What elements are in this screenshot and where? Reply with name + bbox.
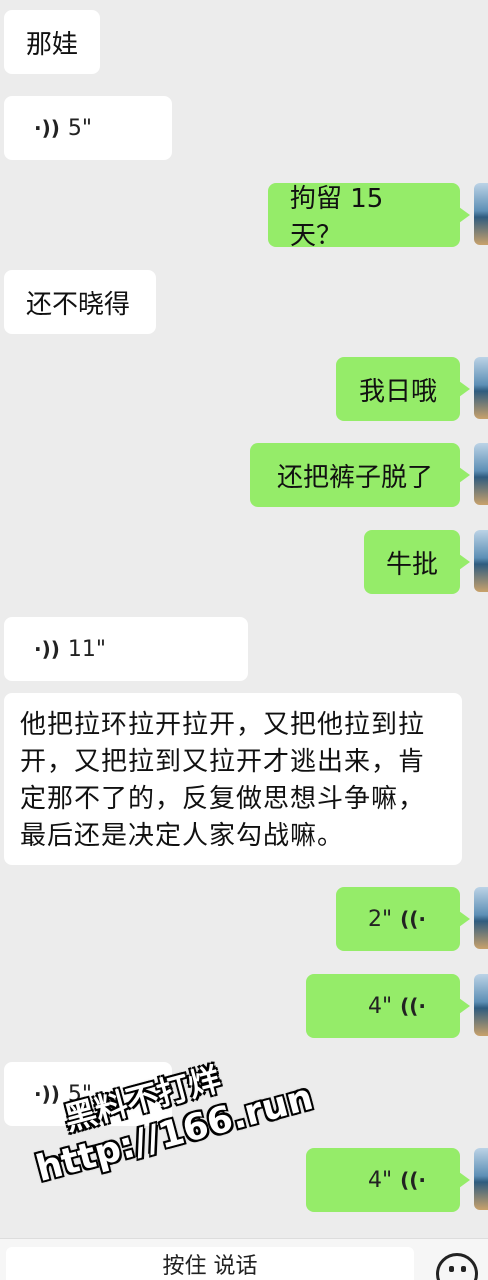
watermark: 黑料不打烊 http://166.run: [20, 1032, 317, 1190]
emoji-eye: [461, 1266, 466, 1272]
avatar[interactable]: [474, 530, 488, 592]
hold-to-talk-button[interactable]: 按住 说话: [6, 1247, 414, 1280]
emoji-eye: [449, 1266, 454, 1272]
voice-duration: 5": [67, 115, 93, 141]
avatar[interactable]: [474, 443, 488, 505]
voice-duration: 4": [367, 1167, 393, 1193]
voice-wave-icon: ·)): [34, 116, 60, 140]
message-outgoing-text[interactable]: 还把裤子脱了: [250, 443, 470, 507]
message-outgoing-text[interactable]: 拘留 15 天？: [268, 183, 470, 251]
message-line: 开，又把拉到又拉开才逃出来，肯: [20, 747, 426, 777]
message-text: 牛批: [386, 549, 439, 580]
message-incoming-voice[interactable]: ·)) 11": [4, 617, 248, 681]
message-text: 我日哦: [358, 376, 437, 407]
smiley-face-icon[interactable]: [436, 1253, 478, 1280]
voice-duration: 11": [67, 636, 107, 662]
voice-duration: 2": [367, 906, 393, 932]
voice-wave-icon: ((·: [400, 994, 426, 1018]
avatar[interactable]: [474, 974, 488, 1036]
message-outgoing-voice[interactable]: 4" ((·: [306, 974, 470, 1038]
voice-duration: 4": [367, 993, 393, 1019]
input-bar: 按住 说话: [0, 1238, 488, 1280]
message-outgoing-text[interactable]: 牛批: [364, 530, 470, 594]
message-outgoing-voice[interactable]: 4" ((·: [306, 1148, 470, 1212]
message-incoming-text[interactable]: 还不晓得: [4, 270, 156, 334]
message-incoming-text[interactable]: 那娃: [4, 10, 100, 74]
message-incoming-text-long[interactable]: 他把拉环拉开拉开，又把他拉到拉 开，又把拉到又拉开才逃出来，肯 定那不了的，反复…: [4, 693, 462, 865]
message-line: 最后还是决定人家勾战嘛。: [20, 821, 345, 851]
message-outgoing-voice[interactable]: 2" ((·: [336, 887, 470, 951]
avatar[interactable]: [474, 183, 488, 245]
voice-wave-icon: ((·: [400, 907, 426, 931]
voice-wave-icon: ·)): [34, 637, 60, 661]
message-outgoing-text[interactable]: 我日哦: [336, 357, 470, 421]
message-text: 拘留 15 天？: [290, 184, 384, 251]
avatar[interactable]: [474, 887, 488, 949]
avatar[interactable]: [474, 357, 488, 419]
message-incoming-voice[interactable]: ·)) 5": [4, 96, 172, 160]
voice-wave-icon: ((·: [400, 1168, 426, 1192]
message-line: 他把拉环拉开拉开，又把他拉到拉: [20, 710, 426, 740]
avatar[interactable]: [474, 1148, 488, 1210]
message-line: 定那不了的，反复做思想斗争嘛，: [20, 784, 426, 814]
message-text: 那娃: [26, 29, 79, 60]
message-text: 还把裤子脱了: [276, 462, 433, 493]
message-text: 还不晓得: [26, 289, 131, 320]
